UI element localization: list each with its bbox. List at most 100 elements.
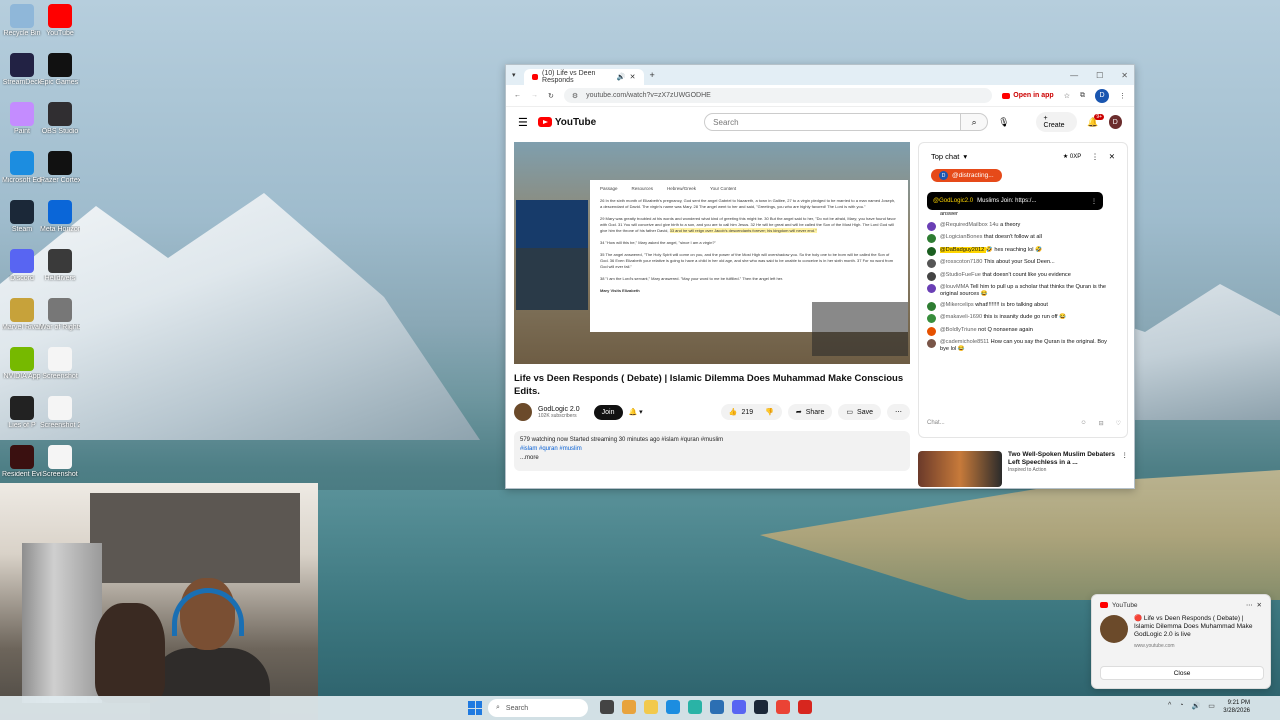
pinned-menu-icon[interactable]: ⋮ — [1091, 198, 1097, 205]
open-in-app-button[interactable]: Open in app — [1002, 92, 1054, 99]
windows-start-icon[interactable] — [468, 701, 482, 715]
new-tab-icon[interactable]: + — [650, 70, 655, 80]
chat-avatar[interactable] — [927, 271, 936, 281]
chat-menu-icon[interactable]: ⋮ — [1091, 152, 1099, 161]
extensions-icon[interactable]: ⧉ — [1080, 92, 1085, 100]
site-info-icon[interactable]: ⚙ — [572, 92, 578, 100]
notification-toast[interactable]: YouTube ⋯ ✕ 🔴 Life vs Deen Responds ( De… — [1091, 594, 1271, 689]
chat-author[interactable]: @RequiredMailbox 14u — [940, 222, 1000, 228]
emoji-icon[interactable]: ☺ — [1080, 420, 1086, 426]
tab-audio-icon[interactable]: 🔊 — [617, 73, 626, 81]
desktop-icon[interactable]: Lies of P — [2, 396, 42, 430]
steam-icon[interactable] — [754, 700, 768, 714]
url-field[interactable]: ⚙ youtube.com/watch?v=zX7zUWGODHE — [563, 88, 993, 103]
bookmark-star-icon[interactable]: ☆ — [1064, 92, 1070, 100]
notification-bell-icon[interactable]: 🔔 ▾ — [629, 408, 643, 416]
join-button[interactable]: Join — [593, 404, 623, 420]
chat-author[interactable]: @StudioFueFue — [940, 272, 982, 278]
channel-name[interactable]: GodLogic 2.0 — [538, 406, 580, 413]
taskbar-search[interactable]: ⌕ Search — [488, 699, 588, 717]
taskbar-clock[interactable]: 9:21 PM 3/28/2026 — [1223, 699, 1250, 715]
dislike-icon[interactable]: 👎 — [765, 408, 774, 416]
chat-avatar[interactable] — [927, 221, 936, 231]
recommended-title[interactable]: Two Well-Spoken Muslim Debaters Left Spe… — [1008, 451, 1116, 467]
desktop-icon[interactable]: NVIDIA App — [2, 347, 42, 381]
heart-icon[interactable]: ♡ — [1116, 420, 1121, 427]
desktop-icon[interactable]: Screenshot — [40, 347, 80, 381]
copilot-icon[interactable] — [622, 700, 636, 714]
account-avatar[interactable]: D — [1108, 115, 1122, 129]
chat-avatar[interactable] — [927, 301, 936, 311]
super-chat-icon[interactable]: ⊟ — [1099, 420, 1104, 427]
tab-list-chevron-icon[interactable]: ▾ — [512, 71, 516, 79]
chat-avatar[interactable] — [927, 326, 936, 336]
network-icon[interactable]: ◔ — [1179, 702, 1183, 710]
chat-author[interactable]: @louvMMA — [940, 284, 970, 290]
search-input[interactable]: Search — [704, 113, 962, 131]
chat-avatar[interactable] — [927, 314, 936, 323]
desktop-icon[interactable]: Razer Cortex — [40, 151, 80, 185]
desktop-icon[interactable]: Helldivers — [40, 249, 80, 283]
chrome-profile-icon[interactable] — [776, 700, 790, 714]
reload-icon[interactable]: ↻ — [548, 92, 554, 100]
points-badge[interactable]: ★ 0XP — [1063, 153, 1081, 160]
minimize-icon[interactable]: — — [1070, 71, 1078, 80]
toast-menu-icon[interactable]: ⋯ — [1246, 601, 1253, 609]
chat-author[interactable]: @cademichole8511 — [940, 339, 991, 345]
channel-info[interactable]: GodLogic 2.0 102K subscribers — [538, 406, 580, 419]
search-button[interactable]: ⌕ — [961, 113, 989, 131]
chat-author[interactable]: @LogicianBones — [940, 234, 984, 240]
video-player[interactable]: Passage Resources Hebrew/Greek Your Content… — [514, 142, 910, 364]
chrome-icon[interactable] — [688, 700, 702, 714]
browser-menu-icon[interactable]: ⋮ — [1119, 92, 1126, 100]
record-icon[interactable] — [798, 700, 812, 714]
pinned-user-chip[interactable]: D @distracting... — [931, 169, 1002, 182]
desktop-icon[interactable]: Paint — [2, 102, 42, 136]
chat-avatar[interactable] — [927, 284, 936, 293]
chat-avatar[interactable] — [927, 259, 936, 268]
like-icon[interactable]: 👍 — [729, 408, 738, 416]
chevron-down-icon[interactable]: ▾ — [963, 152, 967, 161]
desktop-icon[interactable]: Microsoft Edge — [2, 151, 42, 185]
window-close-icon[interactable]: ✕ — [1121, 71, 1128, 80]
voice-search-icon[interactable]: 🎙 — [998, 117, 1009, 128]
chat-avatar[interactable] — [927, 339, 936, 348]
maximize-icon[interactable]: ☐ — [1096, 71, 1103, 80]
desktop-icon[interactable]: Meta Horizon Link — [40, 200, 80, 234]
chat-author[interactable]: @BoldlyTriune — [940, 327, 978, 333]
recommended-thumbnail[interactable] — [918, 451, 1002, 487]
desktop-icon[interactable]: OBS Studio — [40, 102, 80, 136]
desktop-icon[interactable]: Screenshot 2025-0... — [40, 396, 80, 430]
channel-avatar[interactable] — [514, 403, 532, 421]
notifications-bell-icon[interactable]: 🔔 9+ — [1087, 113, 1105, 128]
battery-icon[interactable]: ▭ — [1208, 702, 1215, 710]
pinned-message[interactable]: @GodLogic2.0 Muslims Join: https:/... ⋮ — [927, 192, 1103, 210]
desktop-icon[interactable]: Epic Games Launcher — [40, 53, 80, 87]
chat-mode-dropdown[interactable]: Top chat — [931, 152, 959, 161]
recommended-video[interactable]: Two Well-Spoken Muslim Debaters Left Spe… — [918, 451, 1128, 487]
chat-author[interactable]: @DaBadguy2012 — [940, 246, 986, 253]
hashtags[interactable]: #islam #quran #muslim — [520, 445, 904, 454]
desktop-icon[interactable]: StreamDeck — [2, 53, 42, 87]
profile-avatar[interactable]: D — [1095, 88, 1109, 103]
desktop-icon[interactable]: Marvel Rivals — [2, 298, 42, 332]
desktop-icon[interactable]: YouTube — [40, 4, 80, 38]
desktop-icon[interactable]: Discord — [2, 249, 42, 283]
edge-icon[interactable] — [666, 700, 680, 714]
forward-icon[interactable]: → — [531, 92, 538, 99]
discord-icon[interactable] — [732, 700, 746, 714]
chat-close-icon[interactable]: ✕ — [1109, 152, 1115, 161]
create-button[interactable]: + Create — [1035, 112, 1078, 132]
chat-author[interactable]: @Mikercelips — [940, 302, 975, 308]
desktop-icon[interactable]: Screenshot — [40, 445, 80, 479]
save-button[interactable]: ▭ Save — [838, 404, 881, 420]
tray-chevron-icon[interactable]: ^ — [1168, 702, 1171, 710]
more-actions-icon[interactable]: ⋯ — [887, 404, 910, 420]
show-more-link[interactable]: ...more — [520, 454, 904, 463]
chat-input[interactable]: Chat... — [927, 420, 1068, 426]
desktop-icon[interactable]: Recycle Bin — [2, 4, 42, 38]
desktop-icon[interactable]: War of Rights — [40, 298, 80, 332]
back-icon[interactable]: ← — [514, 92, 521, 99]
hamburger-menu-icon[interactable]: ☰ — [518, 116, 528, 129]
desktop-icon[interactable]: Resident Evil — [2, 445, 42, 479]
